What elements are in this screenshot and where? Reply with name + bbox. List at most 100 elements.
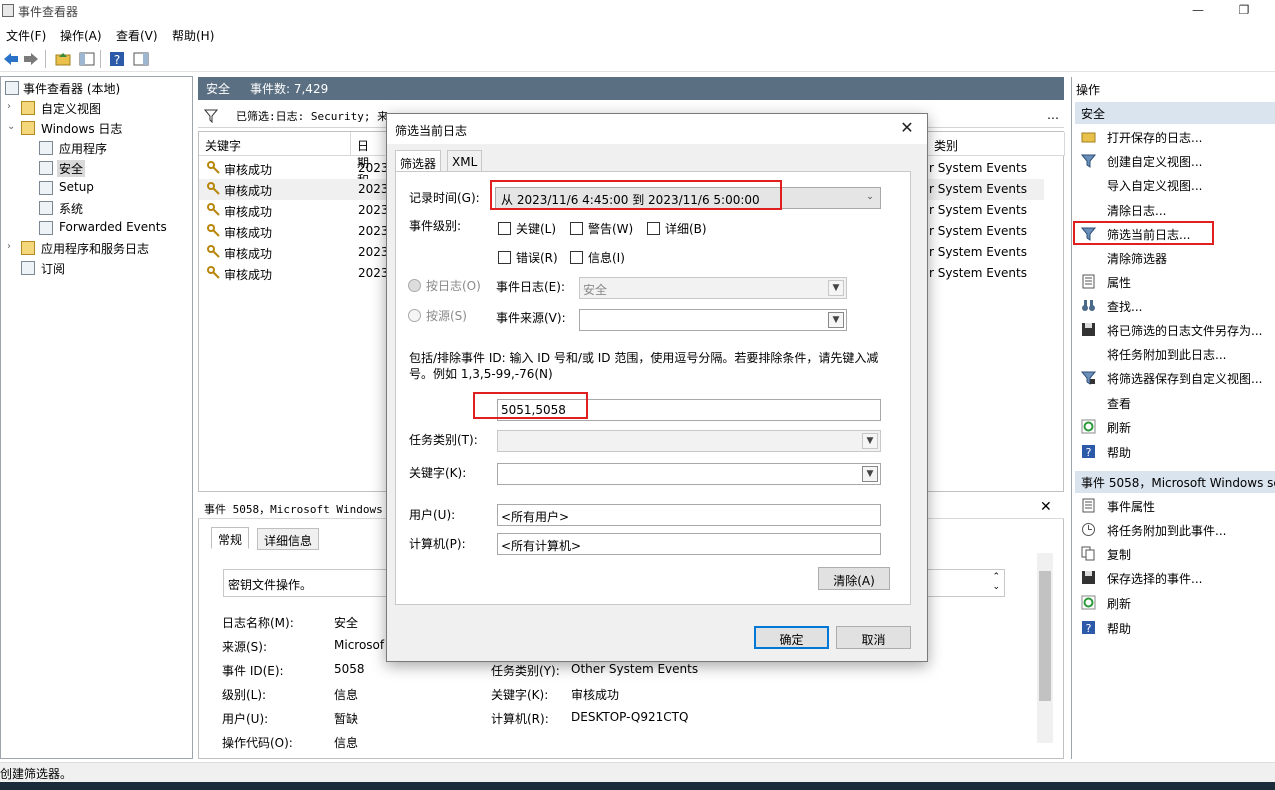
key-icon [207, 245, 220, 258]
computer-input[interactable]: <所有计算机> [497, 533, 881, 555]
action-help-event[interactable]: ? 帮助 [1075, 616, 1275, 640]
chevron-right-icon[interactable]: › [7, 241, 17, 252]
clear-button[interactable]: 清除(A) [818, 567, 890, 590]
tab-general[interactable]: 常规 [211, 527, 250, 549]
action-view[interactable]: 查看 [1075, 391, 1275, 415]
user-input[interactable]: <所有用户> [497, 504, 881, 526]
chevron-right-icon[interactable]: › [7, 101, 17, 112]
taskbar [0, 782, 1275, 790]
computer-value: DESKTOP-Q921CTQ [571, 710, 689, 724]
chevron-down-icon[interactable]: ⌄ [7, 121, 17, 132]
action-refresh-event[interactable]: 刷新 [1075, 591, 1275, 615]
log-name-value: 安全 [334, 616, 359, 630]
filter-pane: 记录时间(G): 从 2023/11/6 4:45:00 到 2023/11/6… [395, 171, 911, 605]
task-category-label: 任务类别(T): [409, 433, 478, 447]
folder-icon [1081, 132, 1096, 143]
action-save-filter-to-custom-view[interactable]: 将筛选器保存到自定义视图... [1075, 366, 1275, 390]
subscription-icon [21, 261, 35, 275]
actions-pane: 操作 安全 打开保存的日志... 创建自定义视图... 导入自定义视图... 清… [1071, 77, 1275, 759]
event-sources-select[interactable]: ▼ [579, 309, 847, 331]
help-icon[interactable]: ? [108, 50, 126, 68]
action-save-selected-events[interactable]: 保存选择的事件... [1075, 566, 1275, 590]
folder-icon [21, 241, 35, 255]
title-bar: 事件查看器 — ❐ [0, 0, 1275, 22]
task-category-select: ▼ [497, 430, 881, 452]
action-help[interactable]: ? 帮助 [1075, 440, 1275, 464]
event-id-hint: 包括/排除事件 ID: 输入 ID 号和/或 ID 范围，使用逗号分隔。若要排除… [409, 351, 879, 381]
event-viewer-icon [5, 81, 19, 95]
critical-checkbox[interactable] [498, 222, 511, 235]
chevron-down-icon: ▼ [828, 280, 844, 296]
actions-section-security[interactable]: 安全 [1075, 102, 1275, 124]
status-text: 创建筛选器。 [0, 767, 73, 781]
action-copy[interactable]: 复制 [1075, 542, 1275, 566]
scroll-up-icon[interactable]: ⌃ [992, 572, 1000, 582]
verbose-checkbox[interactable] [647, 222, 660, 235]
status-bar: 创建筛选器。 [0, 762, 1275, 782]
chevron-down-icon: ▼ [862, 433, 878, 449]
tab-details[interactable]: 详细信息 [257, 528, 320, 550]
help-icon: ? [1082, 445, 1095, 459]
action-open-saved-log[interactable]: 打开保存的日志... [1075, 125, 1275, 149]
chevron-down-icon[interactable]: ▼ [862, 466, 878, 482]
ok-button[interactable]: 确定 [754, 626, 829, 649]
by-log-radio[interactable] [408, 279, 421, 292]
event-logs-select: 安全 ▼ [579, 277, 847, 299]
event-viewer-icon [2, 4, 14, 17]
info-checkbox[interactable] [570, 251, 583, 264]
scroll-down-icon[interactable]: ⌄ [992, 582, 1000, 592]
column-category[interactable]: 类别 [927, 132, 1065, 156]
copy-icon [1081, 546, 1095, 561]
action-event-properties[interactable]: 事件属性 [1075, 494, 1275, 518]
column-keyword[interactable]: 关键字 [199, 132, 351, 156]
tab-xml[interactable]: XML [447, 150, 483, 172]
menu-bar: 文件(F) 操作(A) 查看(V) 帮助(H) [0, 23, 1275, 45]
action-create-custom-view[interactable]: 创建自定义视图... [1075, 149, 1275, 173]
action-clear-log[interactable]: 清除日志... [1075, 198, 1275, 222]
warning-checkbox[interactable] [570, 222, 583, 235]
action-clear-filter[interactable]: 清除筛选器 [1075, 246, 1275, 270]
save-icon [1082, 571, 1095, 584]
back-icon[interactable] [2, 50, 20, 68]
minimize-icon[interactable]: — [1190, 3, 1206, 17]
show-hide-action-pane-icon[interactable] [132, 50, 150, 68]
action-attach-task-to-event[interactable]: 将任务附加到此事件... [1075, 518, 1275, 542]
by-source-radio[interactable] [408, 309, 421, 322]
tab-filter[interactable]: 筛选器 [395, 150, 442, 172]
computer-label: 计算机(P): [409, 537, 466, 551]
chevron-down-icon[interactable]: ▼ [828, 312, 844, 328]
task-icon [1082, 523, 1095, 536]
action-attach-task-to-log[interactable]: 将任务附加到此日志... [1075, 342, 1275, 366]
up-folder-icon[interactable] [54, 50, 72, 68]
key-icon [207, 266, 220, 279]
menu-file[interactable]: 文件(F) [6, 27, 46, 44]
level-label: 事件级别: [409, 219, 462, 233]
highlight-box [473, 392, 588, 419]
forward-icon[interactable] [22, 50, 40, 68]
key-icon [207, 161, 220, 174]
show-hide-tree-icon[interactable] [78, 50, 96, 68]
cancel-button[interactable]: 取消 [836, 626, 911, 649]
actions-section-event[interactable]: 事件 5058，Microsoft Windows se [1075, 471, 1275, 493]
action-properties[interactable]: 属性 [1075, 270, 1275, 294]
funnel-icon [204, 109, 218, 123]
restore-icon[interactable]: ❐ [1236, 3, 1252, 17]
action-find[interactable]: 查找... [1075, 294, 1275, 318]
menu-help[interactable]: 帮助(H) [172, 27, 214, 44]
binoculars-icon [1082, 300, 1095, 311]
log-icon [39, 141, 53, 155]
scrollbar[interactable] [1037, 553, 1053, 743]
keywords-select[interactable]: ▼ [497, 463, 881, 485]
chevron-down-icon[interactable]: ⌄ [862, 190, 878, 206]
close-icon[interactable]: ✕ [1040, 499, 1052, 515]
close-icon[interactable]: ✕ [897, 118, 917, 138]
column-date[interactable]: 日期和 [351, 132, 385, 187]
error-checkbox[interactable] [498, 251, 511, 264]
action-refresh[interactable]: 刷新 [1075, 415, 1275, 439]
menu-view[interactable]: 查看(V) [116, 27, 158, 44]
action-import-custom-view[interactable]: 导入自定义视图... [1075, 173, 1275, 197]
menu-action[interactable]: 操作(A) [60, 27, 102, 44]
action-save-filtered-log[interactable]: 将已筛选的日志文件另存为... [1075, 318, 1275, 342]
event-count: 事件数: 7,429 [250, 82, 329, 96]
key-icon [207, 182, 220, 195]
